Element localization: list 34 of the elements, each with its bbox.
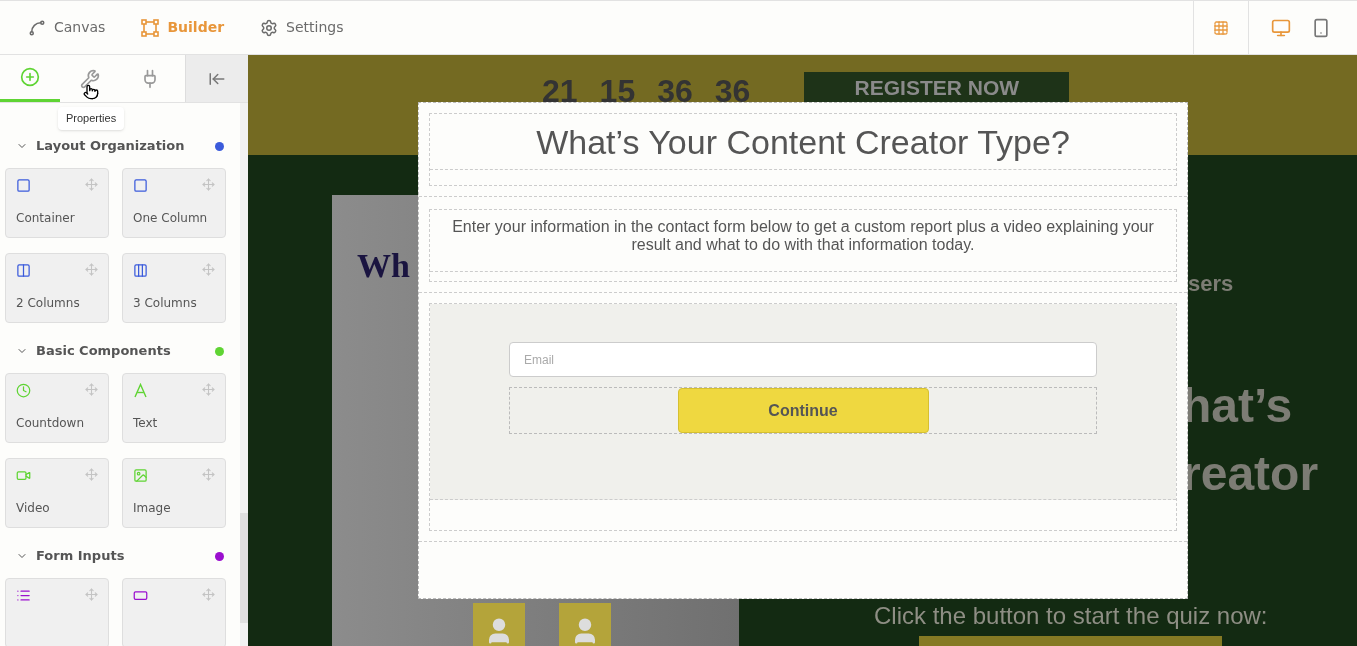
card-label: Video [16, 500, 51, 517]
component-card[interactable]: 2 Columns [5, 253, 109, 323]
card-label: Text [133, 415, 159, 432]
nav-tab[interactable]: Settings [260, 17, 344, 38]
section-title[interactable]: Form Inputs [36, 546, 215, 566]
email-field[interactable]: Email [509, 342, 1097, 377]
component-card[interactable]: Text [122, 373, 226, 443]
countdown-number: 21 [542, 75, 578, 107]
nav-tab[interactable]: Canvas [28, 17, 106, 38]
component-card[interactable]: Container [5, 168, 109, 238]
component-card[interactable]: Countdown [5, 373, 109, 443]
card-label: Container [16, 210, 76, 227]
card-label: One Column [133, 210, 209, 227]
continue-button[interactable]: Continue [677, 388, 929, 433]
cta-text: Click the button to start the quiz now: [874, 604, 1269, 628]
heading-fragment: sers [1188, 273, 1235, 295]
component-card[interactable]: 3 Columns [122, 253, 226, 323]
popup-description: Enter your information in the contact form below to get a custom report plus a video explaining your result and what to do with that information today. [430, 210, 1176, 272]
card-label: Image [133, 500, 172, 517]
component-card[interactable]: Image [122, 458, 226, 528]
heading-fragment: reator [1182, 446, 1320, 502]
card-label: 3 Columns [133, 295, 198, 312]
card-label: 2 Columns [16, 295, 81, 312]
card-label: Countdown [16, 415, 85, 432]
component-card[interactable]: One Column [122, 168, 226, 238]
component-card[interactable]: Video [5, 458, 109, 528]
tooltip: Properties [58, 107, 125, 130]
card-heading: Wh [357, 246, 410, 286]
countdown-number: 15 [599, 75, 636, 107]
section-title[interactable]: Basic Components [36, 341, 215, 361]
countdown-number: 36 [714, 75, 751, 107]
countdown-number: 36 [657, 75, 693, 107]
popup-title: What’s Your Content Creator Type? [430, 114, 1176, 170]
section-title[interactable]: Layout Organization [36, 136, 215, 156]
